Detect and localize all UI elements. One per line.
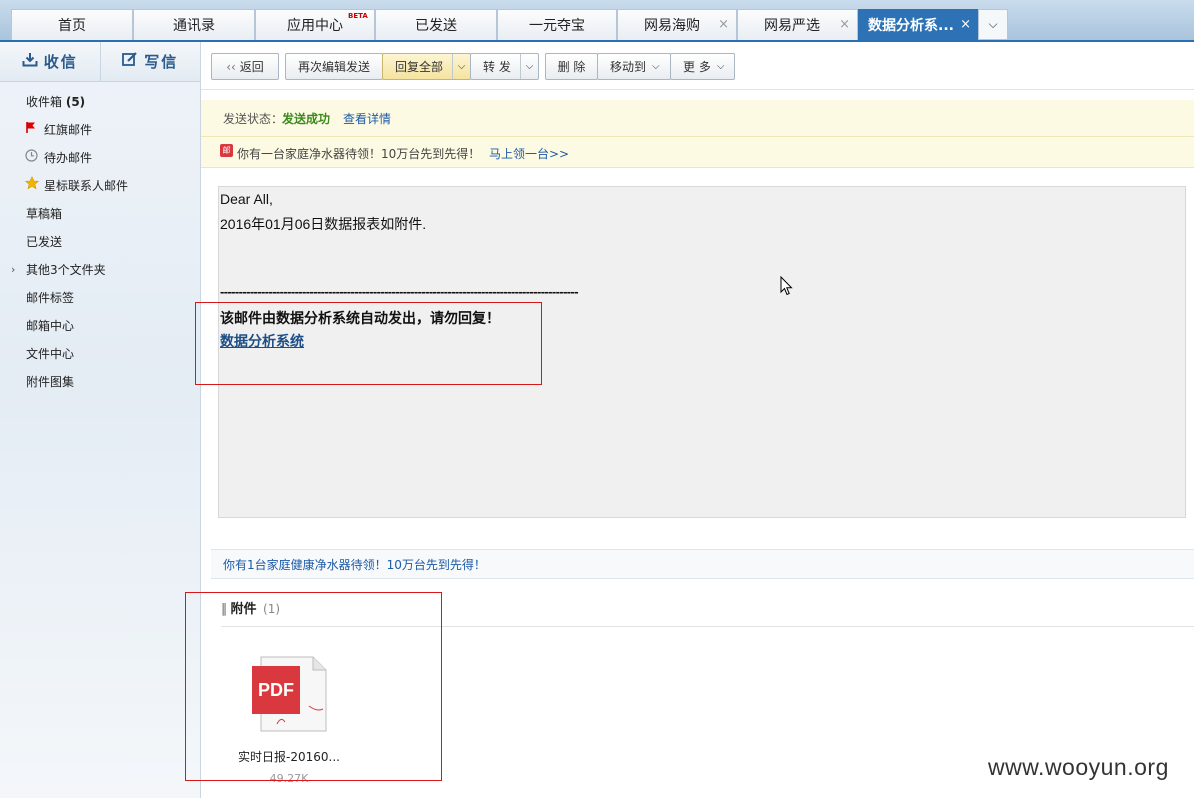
write-label: 写信 bbox=[144, 53, 179, 71]
delete-button[interactable]: 删 除 bbox=[545, 53, 598, 80]
sidebar-item-flagged[interactable]: 红旗邮件 bbox=[26, 120, 92, 140]
flag-icon bbox=[25, 120, 37, 140]
delete-label: 删 除 bbox=[557, 60, 586, 74]
move-to-button[interactable]: 移动到 ⌵ bbox=[597, 53, 671, 80]
download-icon bbox=[22, 52, 38, 71]
sidebar-item-label: 附件图集 bbox=[26, 375, 75, 389]
sidebar-item-label: 收件箱 bbox=[26, 95, 63, 109]
back-label: 返回 bbox=[239, 60, 264, 74]
forward-label: 转 发 bbox=[483, 60, 511, 74]
tab-home[interactable]: 首页 bbox=[11, 9, 133, 40]
sidebar-item-label: 已发送 bbox=[26, 235, 63, 249]
tab-label: 数据分析系... bbox=[868, 18, 954, 34]
tab-contacts[interactable]: 通讯录 bbox=[133, 9, 255, 40]
tab-label: 通讯录 bbox=[173, 18, 215, 34]
mouse-cursor-icon bbox=[780, 275, 794, 299]
double-chevron-left-icon: ‹‹ bbox=[226, 59, 236, 74]
clock-icon bbox=[25, 148, 38, 168]
sidebar-item-file-center[interactable]: 文件中心 bbox=[26, 344, 74, 364]
tab-sent[interactable]: 已发送 bbox=[375, 9, 497, 40]
promo-bar: 邮 你有一台家庭净水器待领！10万台先到先得！ 马上领一台>> bbox=[201, 136, 1194, 168]
tab-label: 应用中心 bbox=[287, 18, 343, 34]
close-icon[interactable]: × bbox=[718, 17, 729, 32]
view-details-link[interactable]: 查看详情 bbox=[343, 110, 391, 127]
tab-app-center[interactable]: 应用中心 BETA bbox=[255, 9, 375, 40]
chevron-down-icon: ⌵ bbox=[716, 61, 725, 72]
sidebar-item-other-folders[interactable]: › 其他3个文件夹 bbox=[11, 260, 106, 280]
receive-label: 收信 bbox=[43, 53, 78, 71]
mail-promo-icon: 邮 bbox=[220, 144, 233, 157]
sidebar-item-inbox[interactable]: 收件箱 (5) bbox=[26, 92, 85, 112]
reply-all-button[interactable]: 回复全部 ⌵ bbox=[382, 53, 471, 80]
body-text: 2016年01月06日数据报表如附件. bbox=[220, 216, 427, 232]
sidebar-item-label: 草稿箱 bbox=[26, 207, 63, 221]
tab-label: 一元夺宝 bbox=[529, 18, 585, 34]
compose-bar: 收信 写信 bbox=[0, 42, 200, 82]
write-button[interactable]: 写信 bbox=[101, 42, 201, 81]
chevron-down-icon: ⌵ bbox=[652, 61, 660, 72]
move-label: 移动到 bbox=[610, 60, 647, 74]
mail-toolbar: ‹‹ 返回 再次编辑发送 回复全部 ⌵ 转 发 ⌵ 删 除 移动到 ⌵ 更 多 ⌵ bbox=[201, 42, 1194, 90]
sidebar-item-sent[interactable]: 已发送 bbox=[26, 232, 62, 252]
sidebar-item-tags[interactable]: 邮件标签 bbox=[26, 288, 74, 308]
reedit-send-button[interactable]: 再次编辑发送 bbox=[285, 53, 383, 80]
sidebar-item-attachment-gallery[interactable]: 附件图集 bbox=[26, 372, 74, 392]
sidebar-item-starred[interactable]: 星标联系人邮件 bbox=[24, 176, 129, 196]
status-value: 发送成功 bbox=[282, 112, 331, 126]
chevron-down-icon[interactable]: ⌵ bbox=[452, 54, 470, 79]
annotation-box-attachment bbox=[185, 592, 442, 781]
tab-data-analysis[interactable]: 数据分析系... × bbox=[858, 9, 979, 40]
sidebar-item-label: 待办邮件 bbox=[44, 151, 93, 165]
bottom-promo-bar: 你有1台家庭健康净水器待领！10万台先到先得！ bbox=[211, 549, 1194, 579]
sidebar-item-label: 邮件标签 bbox=[26, 291, 75, 305]
divider-text: ----------------------------------------… bbox=[220, 284, 579, 299]
edit-icon bbox=[122, 52, 138, 71]
close-icon[interactable]: × bbox=[960, 17, 971, 32]
status-label: 发送状态： bbox=[223, 112, 284, 126]
beta-badge: BETA bbox=[348, 12, 368, 20]
forward-button[interactable]: 转 发 ⌵ bbox=[470, 53, 539, 80]
chevron-down-icon[interactable]: ⌵ bbox=[520, 54, 538, 79]
sidebar: 收信 写信 收件箱 (5) 红旗邮件 待办邮件 星标联系人邮件 草稿箱 已发送 … bbox=[0, 42, 201, 798]
annotation-box-notice bbox=[195, 302, 542, 385]
tab-haigou[interactable]: 网易海购 × bbox=[617, 9, 737, 40]
send-status-bar: 发送状态： 发送成功 查看详情 bbox=[201, 100, 1194, 136]
tab-yiyuan[interactable]: 一元夺宝 bbox=[497, 9, 617, 40]
unread-count: (5) bbox=[65, 95, 86, 109]
tab-label: 已发送 bbox=[415, 18, 457, 34]
promo-link[interactable]: 马上领一台>> bbox=[489, 145, 569, 162]
bottom-promo-link[interactable]: 你有1台家庭健康净水器待领！10万台先到先得！ bbox=[223, 556, 486, 573]
tab-yanxuan[interactable]: 网易严选 × bbox=[737, 9, 858, 40]
star-icon bbox=[24, 176, 40, 196]
more-label: 更 多 bbox=[683, 60, 711, 74]
sidebar-item-label: 星标联系人邮件 bbox=[44, 179, 129, 193]
tab-label: 网易海购 bbox=[644, 18, 700, 34]
chevron-right-icon: › bbox=[11, 263, 16, 276]
reply-all-label: 回复全部 bbox=[395, 60, 444, 74]
receive-button[interactable]: 收信 bbox=[0, 42, 101, 81]
close-icon[interactable]: × bbox=[839, 17, 850, 32]
sidebar-item-label: 红旗邮件 bbox=[44, 123, 93, 137]
promo-text: 你有一台家庭净水器待领！10万台先到先得！ bbox=[237, 147, 481, 161]
reedit-label: 再次编辑发送 bbox=[297, 60, 370, 74]
chevron-down-icon: ⌵ bbox=[988, 17, 998, 31]
watermark: www.wooyun.org bbox=[988, 754, 1169, 780]
sidebar-item-label: 其他3个文件夹 bbox=[26, 263, 106, 277]
greeting-text: Dear All, bbox=[220, 191, 273, 207]
back-button[interactable]: ‹‹ 返回 bbox=[211, 53, 279, 80]
sidebar-item-todo[interactable]: 待办邮件 bbox=[25, 148, 93, 168]
sidebar-item-label: 文件中心 bbox=[26, 347, 75, 361]
sidebar-item-mail-center[interactable]: 邮箱中心 bbox=[26, 316, 74, 336]
tab-label: 网易严选 bbox=[764, 18, 820, 34]
tab-bar: 首页 通讯录 应用中心 BETA 已发送 一元夺宝 网易海购 × 网易严选 × 数据分… bbox=[0, 0, 1194, 42]
sidebar-item-drafts[interactable]: 草稿箱 bbox=[26, 204, 62, 224]
more-button[interactable]: 更 多 ⌵ bbox=[670, 53, 735, 80]
tab-overflow-button[interactable]: ⌵ bbox=[978, 9, 1008, 40]
sidebar-item-label: 邮箱中心 bbox=[26, 319, 75, 333]
tab-label: 首页 bbox=[58, 18, 86, 34]
